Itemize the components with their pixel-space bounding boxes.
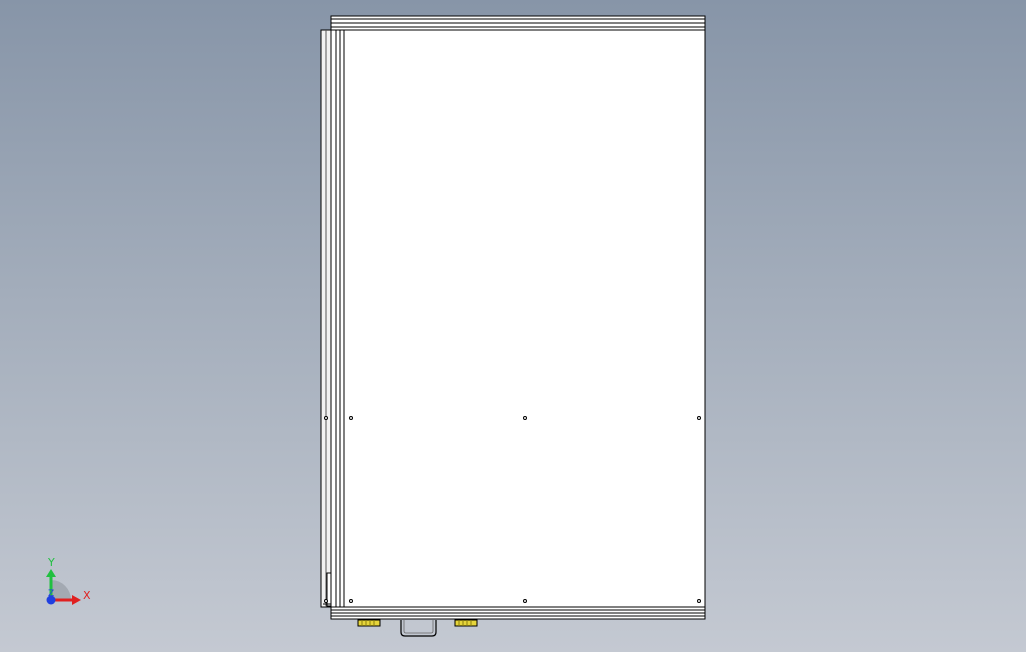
enclosure-model[interactable] bbox=[320, 15, 706, 620]
hole-icon bbox=[349, 416, 353, 420]
hole-icon bbox=[349, 599, 353, 603]
x-axis-label: X bbox=[83, 589, 91, 602]
hole-icon bbox=[697, 599, 701, 603]
hole-icon bbox=[697, 416, 701, 420]
y-axis-label: Y bbox=[47, 556, 55, 569]
model-canvas[interactable]: Y X Z bbox=[0, 0, 1026, 652]
handle-icon[interactable] bbox=[400, 620, 437, 637]
hole-icon bbox=[523, 416, 527, 420]
connector-left[interactable] bbox=[357, 619, 381, 627]
y-axis-arrowhead-icon bbox=[46, 569, 56, 577]
hole-icon bbox=[324, 599, 328, 603]
door-panel[interactable] bbox=[330, 15, 706, 620]
handle-inner-edge bbox=[403, 620, 434, 634]
z-axis-label: Z bbox=[48, 589, 54, 599]
connector-right[interactable] bbox=[454, 619, 478, 627]
cad-viewport[interactable]: Y X Z bbox=[0, 0, 1026, 652]
x-axis-arrowhead-icon bbox=[72, 595, 81, 605]
bottom-connectors[interactable] bbox=[357, 619, 478, 627]
hole-icon bbox=[324, 416, 328, 420]
hole-icon bbox=[523, 599, 527, 603]
reference-triad[interactable]: Y X Z bbox=[46, 556, 91, 605]
